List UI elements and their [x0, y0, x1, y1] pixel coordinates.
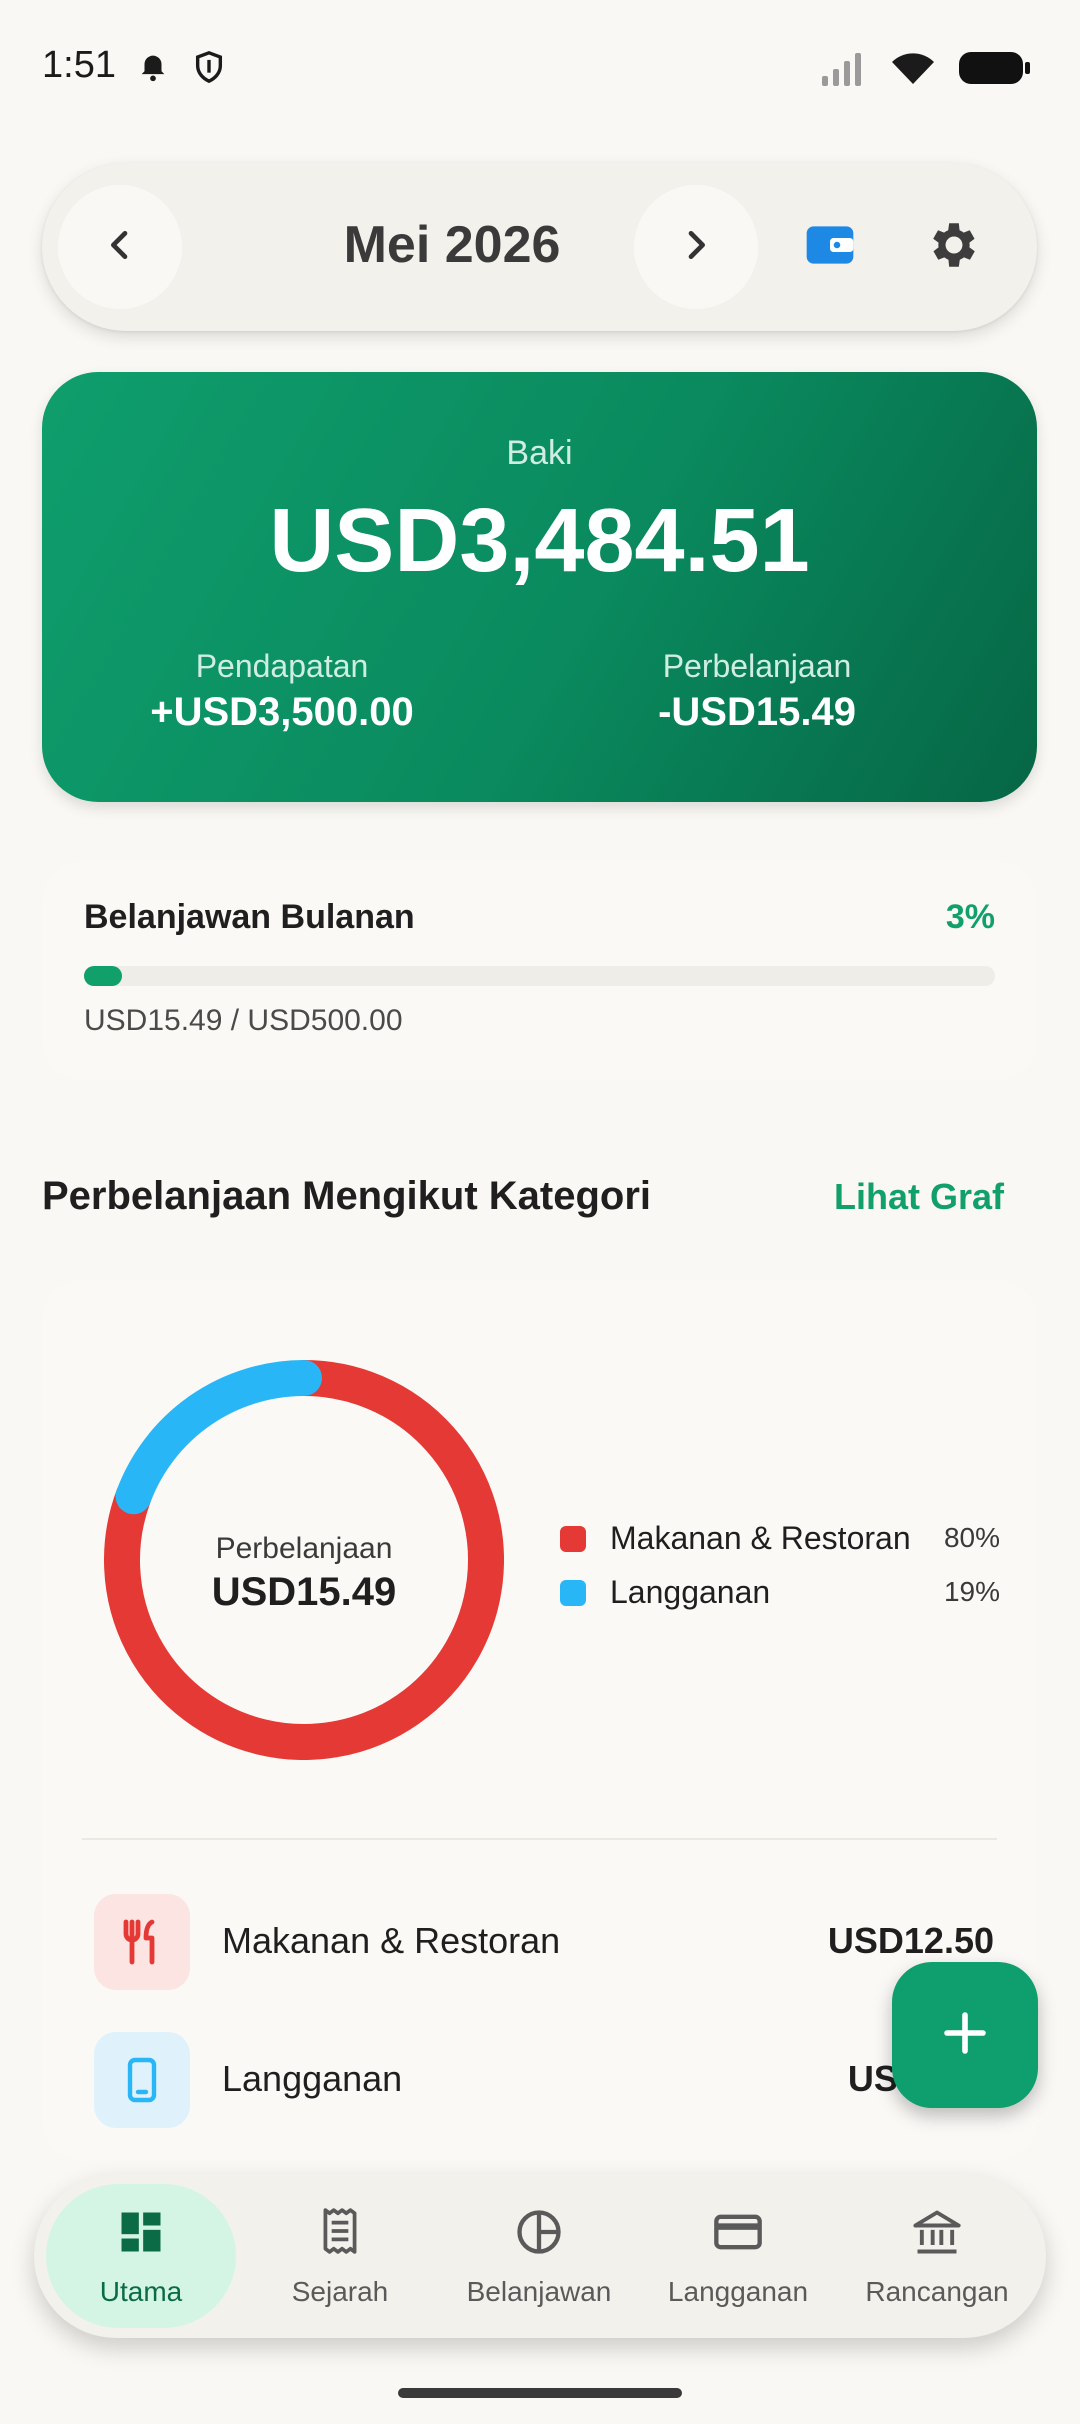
- donut-center-label: Perbelanjaan: [215, 1532, 393, 1565]
- expense-value: -USD15.49: [658, 690, 856, 734]
- month-title: Mei 2026: [343, 216, 561, 274]
- budget-summary: USD15.49 / USD500.00: [84, 1004, 403, 1037]
- income-value: +USD3,500.00: [150, 690, 414, 734]
- category-amount: USD12.50: [827, 1920, 994, 1961]
- status-icons-left: [136, 50, 226, 89]
- category-name: Langganan: [222, 2058, 403, 2099]
- home-indicator[interactable]: [398, 2388, 682, 2398]
- dashboard-icon: [46, 2206, 236, 2258]
- month-selector: Mei 2026: [42, 163, 1037, 331]
- gear-icon: [925, 216, 983, 279]
- nav-item-history[interactable]: Sejarah: [245, 2184, 435, 2328]
- legend-percent: 80%: [943, 1522, 1000, 1553]
- category-name: Makanan & Restoran: [222, 1920, 561, 1961]
- monthly-budget-card[interactable]: Belanjawan Bulanan 3% USD15.49 / USD500.…: [42, 862, 1037, 1080]
- pie-chart-icon: [444, 2206, 634, 2258]
- plus-icon: [941, 2009, 989, 2062]
- divider: [82, 1838, 997, 1840]
- balance-card: Baki USD3,484.51 Pendapatan +USD3,500.00…: [42, 372, 1037, 802]
- legend-item: Makanan & Restoran 80%: [560, 1516, 1000, 1560]
- prev-month-button[interactable]: [58, 185, 182, 309]
- shield-icon: [192, 50, 226, 89]
- nav-label: Langganan: [667, 2276, 809, 2307]
- income-label: Pendapatan: [195, 648, 369, 684]
- receipt-icon: [245, 2206, 435, 2256]
- credit-card-icon: [643, 2206, 833, 2258]
- category-card: Perbelanjaan USD15.49 Makanan & Restoran…: [42, 1280, 1037, 2160]
- donut-slice: [115, 1360, 322, 1515]
- chevron-right-icon: [676, 225, 716, 270]
- add-transaction-button[interactable]: [892, 1962, 1038, 2108]
- legend-dot-blue: [560, 1580, 586, 1606]
- phone-icon: [94, 2032, 190, 2128]
- wallet-button[interactable]: [790, 207, 870, 287]
- category-row-subscriptions[interactable]: Langganan USD2.99: [94, 2032, 994, 2128]
- legend-label: Makanan & Restoran: [610, 1520, 911, 1556]
- legend-item: Langganan 19%: [560, 1570, 1000, 1614]
- nav-label: Belanjawan: [466, 2276, 612, 2307]
- legend-label: Langganan: [610, 1574, 771, 1610]
- nav-label: Rancangan: [865, 2276, 1009, 2307]
- balance-label: Baki: [506, 434, 573, 472]
- nav-label: Sejarah: [291, 2276, 389, 2307]
- nav-item-plans[interactable]: Rancangan: [842, 2184, 1032, 2328]
- nav-label: Utama: [99, 2276, 183, 2307]
- legend-dot-red: [560, 1526, 586, 1552]
- wifi-icon: [890, 50, 936, 91]
- category-row-food[interactable]: Makanan & Restoran USD12.50: [94, 1894, 994, 1990]
- status-time: 1:51: [42, 44, 116, 86]
- wallet-icon: [802, 217, 858, 278]
- budget-progress-bar: [84, 966, 995, 986]
- restaurant-icon: [94, 1894, 190, 1990]
- nav-item-home[interactable]: Utama: [46, 2184, 236, 2328]
- signal-icon: [820, 50, 868, 91]
- bank-icon: [842, 2206, 1032, 2258]
- settings-button[interactable]: [914, 207, 994, 287]
- donut-center-value: USD15.49: [211, 1570, 397, 1614]
- status-icons-right: [820, 50, 1032, 91]
- view-chart-link[interactable]: Lihat Graf: [834, 1176, 1004, 1218]
- battery-icon: [958, 50, 1032, 91]
- nav-item-subscriptions[interactable]: Langganan: [643, 2184, 833, 2328]
- budget-percent: 3%: [945, 898, 995, 936]
- notification-icon: [136, 50, 170, 89]
- chevron-left-icon: [100, 225, 140, 270]
- legend-percent: 19%: [943, 1576, 1000, 1607]
- expense-label: Perbelanjaan: [662, 648, 852, 684]
- budget-progress-fill: [84, 966, 122, 986]
- category-section-title: Perbelanjaan Mengikut Kategori: [42, 1174, 652, 1218]
- balance-amount: USD3,484.51: [269, 491, 810, 591]
- nav-item-budget[interactable]: Belanjawan: [444, 2184, 634, 2328]
- donut-chart: Perbelanjaan USD15.49: [104, 1360, 504, 1760]
- bottom-navigation: Utama Sejarah Belanjawan Langganan Ranca…: [34, 2174, 1046, 2338]
- budget-title: Belanjawan Bulanan: [84, 898, 415, 936]
- next-month-button[interactable]: [634, 185, 758, 309]
